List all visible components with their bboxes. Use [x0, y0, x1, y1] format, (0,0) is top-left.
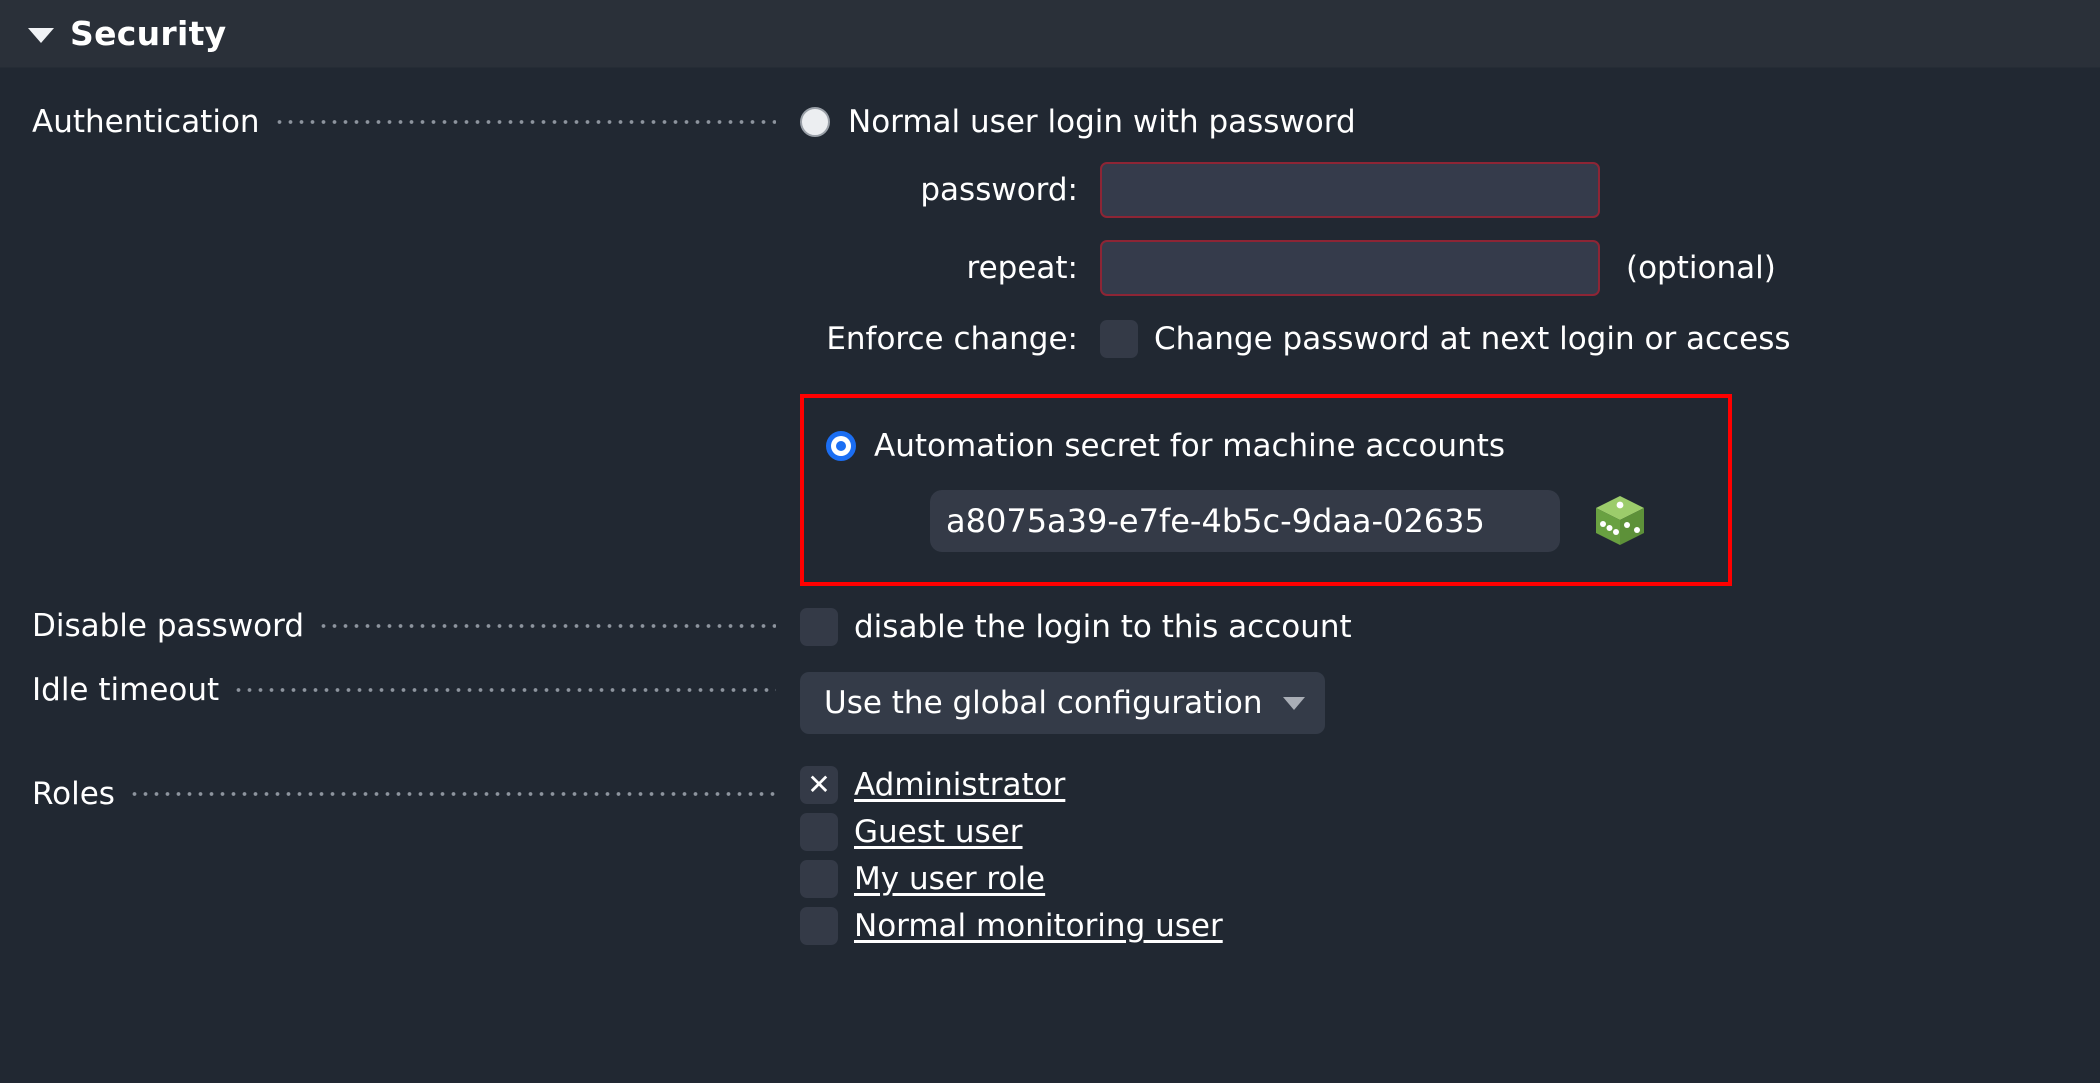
idle-timeout-value-cell: Use the global configuration: [800, 672, 2100, 734]
roles-label: Roles: [32, 776, 115, 812]
roles-value-cell: ✕ Administrator Guest user My user role …: [800, 766, 2100, 954]
enforce-change-label: Enforce change:: [826, 321, 1078, 357]
disable-password-label: Disable password: [32, 608, 305, 644]
authentication-label: Authentication: [32, 104, 260, 140]
role-checkbox-normal-monitoring-user[interactable]: [800, 907, 838, 945]
role-checkbox-guest-user[interactable]: [800, 813, 838, 851]
disable-password-text: disable the login to this account: [854, 609, 1352, 645]
password-field-row: password:: [800, 162, 2100, 218]
leader-dots: [128, 791, 776, 797]
caret-down-icon[interactable]: [28, 27, 54, 43]
repeat-label: repeat:: [966, 250, 1078, 286]
leader-dots: [318, 623, 776, 629]
role-checkbox-administrator[interactable]: ✕: [800, 766, 838, 804]
idle-timeout-label-cell: Idle timeout: [0, 672, 800, 708]
idle-timeout-dropdown[interactable]: Use the global configuration: [800, 672, 1325, 734]
list-item[interactable]: My user role: [800, 860, 2100, 898]
role-checkbox-my-user-role[interactable]: [800, 860, 838, 898]
radio-normal-login-label: Normal user login with password: [848, 104, 1356, 140]
radio-option-normal-login[interactable]: Normal user login with password: [800, 104, 2100, 140]
password-label: password:: [920, 172, 1078, 208]
repeat-password-input[interactable]: [1100, 240, 1600, 296]
role-link-administrator[interactable]: Administrator: [854, 767, 1065, 803]
enforce-change-checkbox[interactable]: [1100, 320, 1138, 358]
radio-normal-login-icon[interactable]: [800, 107, 830, 137]
authentication-row: Authentication Normal user login with pa…: [0, 104, 2100, 586]
enforce-change-text: Change password at next login or access: [1154, 321, 1791, 357]
security-section-header[interactable]: Security: [0, 0, 2100, 68]
disable-password-row: Disable password disable the login to th…: [0, 608, 2100, 646]
automation-secret-value: a8075a39-e7fe-4b5c-9daa-02635: [946, 502, 1485, 540]
security-settings-panel: Security Authentication Normal user logi…: [0, 0, 2100, 1083]
list-item[interactable]: ✕ Administrator: [800, 766, 2100, 804]
authentication-value-cell: Normal user login with password password…: [800, 104, 2100, 586]
repeat-optional-note: (optional): [1626, 250, 1776, 286]
idle-timeout-row: Idle timeout Use the global configuratio…: [0, 672, 2100, 734]
chevron-down-icon[interactable]: [1282, 696, 1305, 710]
roles-row: Roles ✕ Administrator Guest user My user…: [0, 766, 2100, 954]
list-item[interactable]: Guest user: [800, 813, 2100, 851]
radio-automation-secret-label: Automation secret for machine accounts: [874, 428, 1506, 464]
automation-secret-input[interactable]: a8075a39-e7fe-4b5c-9daa-02635: [930, 490, 1560, 552]
dice-icon[interactable]: [1594, 494, 1646, 548]
idle-timeout-selected-value: Use the global configuration: [824, 685, 1263, 721]
list-item[interactable]: Normal monitoring user: [800, 907, 2100, 945]
settings-body: Authentication Normal user login with pa…: [0, 104, 2100, 954]
radio-option-automation-secret[interactable]: Automation secret for machine accounts: [804, 428, 1728, 464]
leader-dots: [273, 119, 776, 125]
role-link-guest-user[interactable]: Guest user: [854, 814, 1023, 850]
automation-secret-row: a8075a39-e7fe-4b5c-9daa-02635: [804, 490, 1728, 552]
password-input[interactable]: [1100, 162, 1600, 218]
leader-dots: [233, 687, 776, 693]
enforce-change-row: Enforce change: Change password at next …: [800, 320, 2100, 358]
role-link-my-user-role[interactable]: My user role: [854, 861, 1045, 897]
radio-automation-secret-icon[interactable]: [826, 431, 856, 461]
disable-password-value-cell: disable the login to this account: [800, 608, 2100, 646]
idle-timeout-label: Idle timeout: [32, 672, 220, 708]
disable-password-label-cell: Disable password: [0, 608, 800, 644]
disable-password-checkbox[interactable]: [800, 608, 838, 646]
automation-secret-highlight-box: Automation secret for machine accounts a…: [800, 394, 1732, 586]
roles-label-cell: Roles: [0, 776, 800, 812]
role-link-normal-monitoring-user[interactable]: Normal monitoring user: [854, 908, 1223, 944]
authentication-label-cell: Authentication: [0, 104, 800, 140]
page-title: Security: [70, 14, 227, 53]
repeat-field-row: repeat: (optional): [800, 240, 2100, 296]
